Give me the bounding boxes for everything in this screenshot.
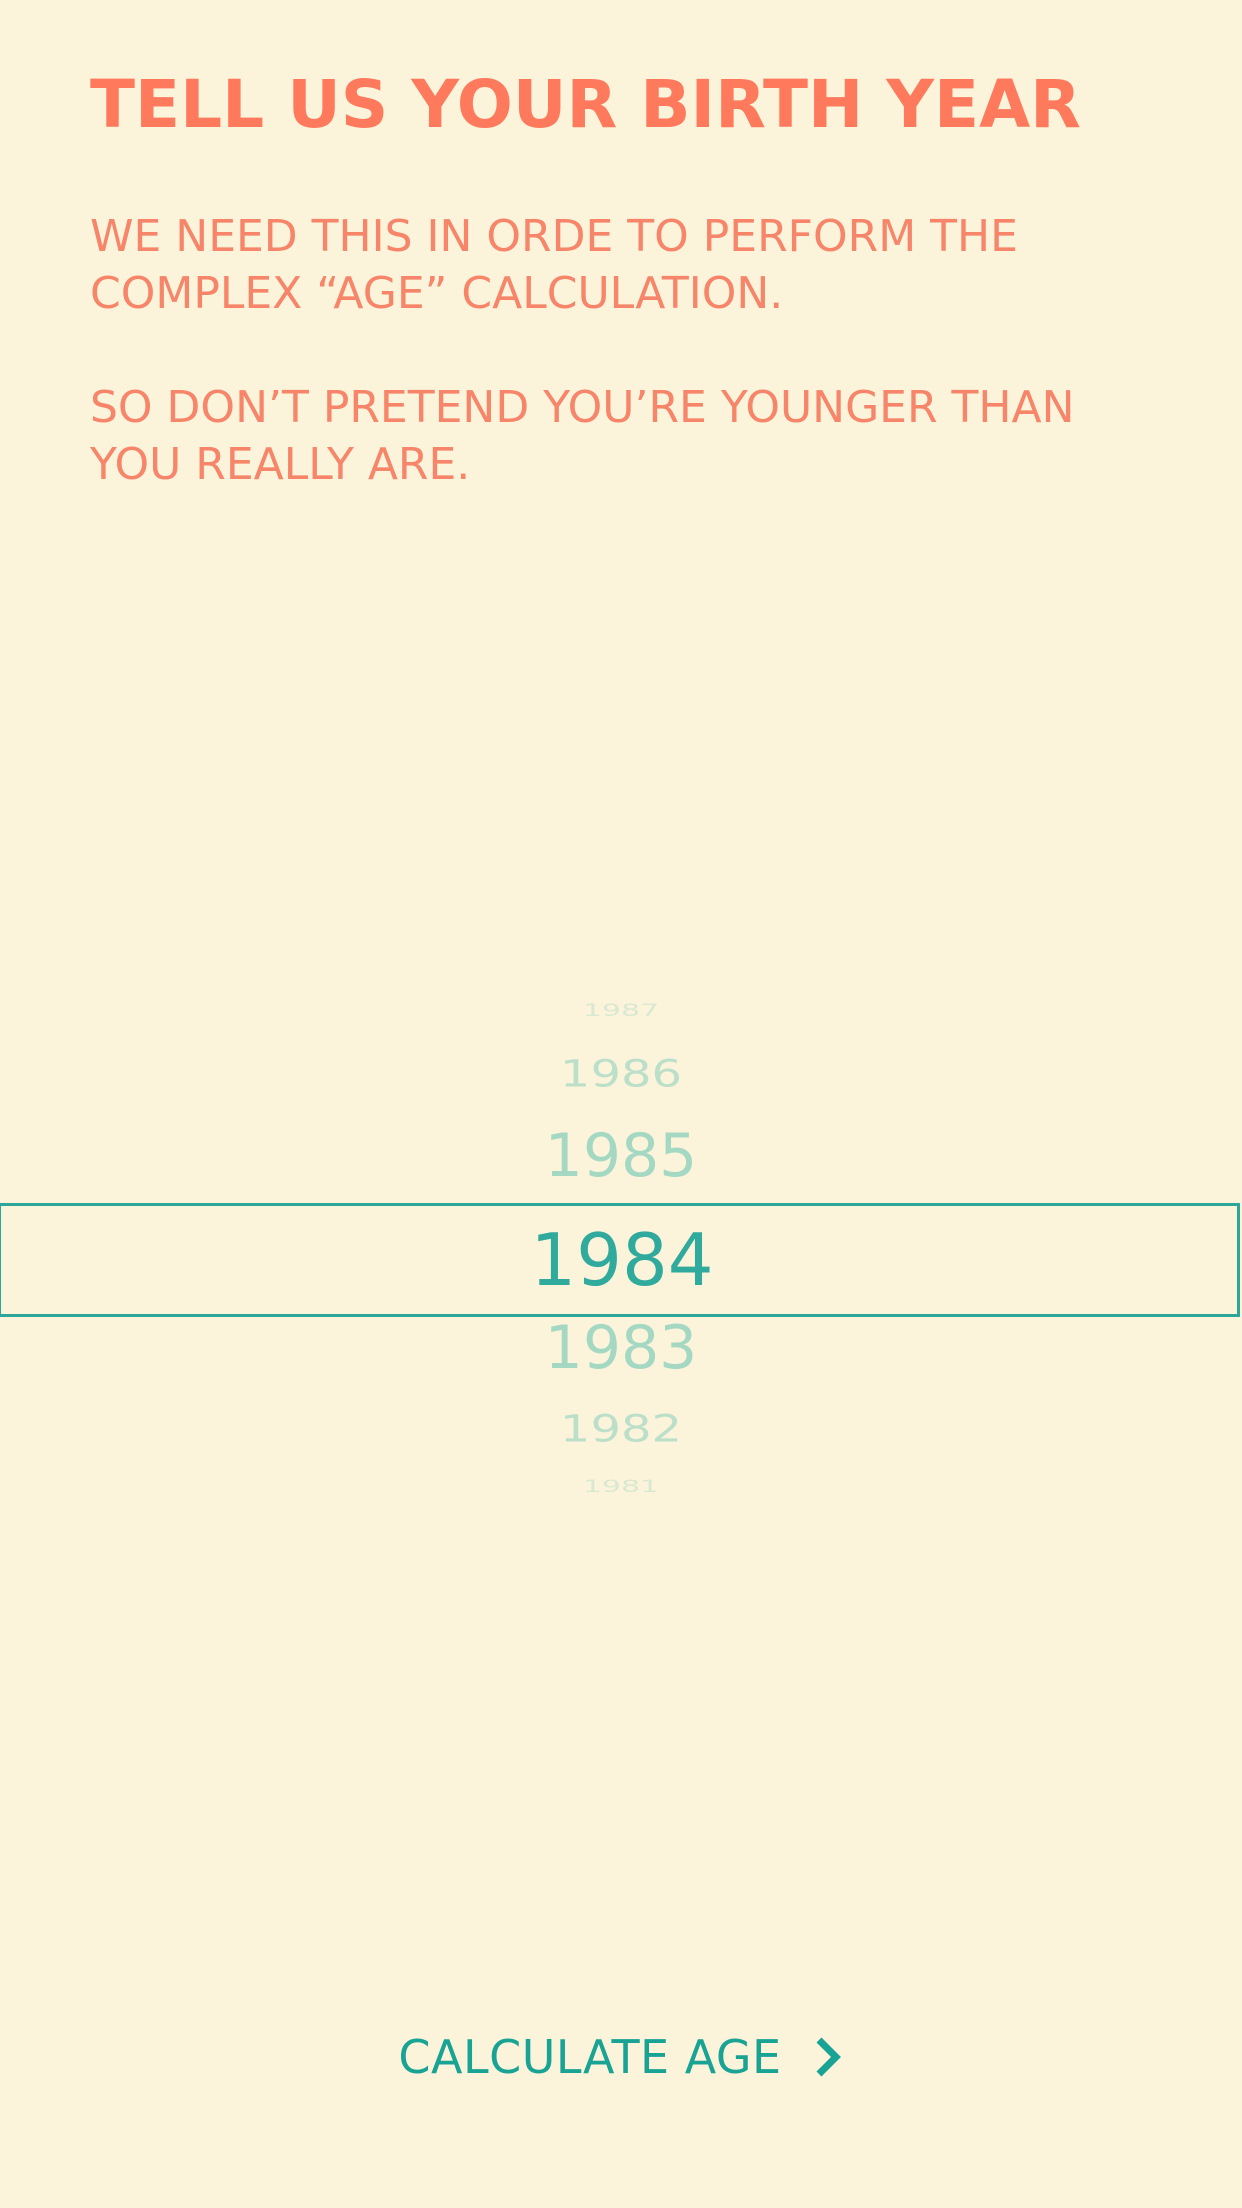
picker-option-1987[interactable]: 1987 (0, 1002, 1242, 1020)
picker-option-1982[interactable]: 1982 (0, 1410, 1242, 1447)
warning-paragraph: SO DON’T PRETEND YOU’RE YOUNGER THAN YOU… (90, 382, 1075, 490)
picker-selected-year[interactable]: 1984 (1, 1206, 1242, 1314)
calculate-age-button[interactable]: CALCULATE AGE (0, 2026, 1242, 2088)
picker-option-1985[interactable]: 1985 (0, 1126, 1242, 1186)
intro-paragraph: WE NEED THIS IN ORDE TO PERFORM THE COMP… (90, 211, 1018, 319)
picker-option-1986[interactable]: 1986 (0, 1055, 1242, 1092)
picker-option-1983[interactable]: 1983 (0, 1318, 1242, 1378)
picker-option-1981[interactable]: 1981 (0, 1478, 1242, 1496)
page-title: TELL US YOUR BIRTH YEAR (90, 66, 1081, 143)
picker-selection-indicator: 1984 (0, 1203, 1240, 1317)
chevron-right-icon (810, 2034, 844, 2080)
birth-year-picker[interactable]: 1987 1986 1985 1984 1983 1982 1981 (0, 980, 1242, 1540)
header: TELL US YOUR BIRTH YEAR WE NEED THIS IN … (90, 62, 1170, 490)
calculate-age-label: CALCULATE AGE (398, 2030, 782, 2084)
